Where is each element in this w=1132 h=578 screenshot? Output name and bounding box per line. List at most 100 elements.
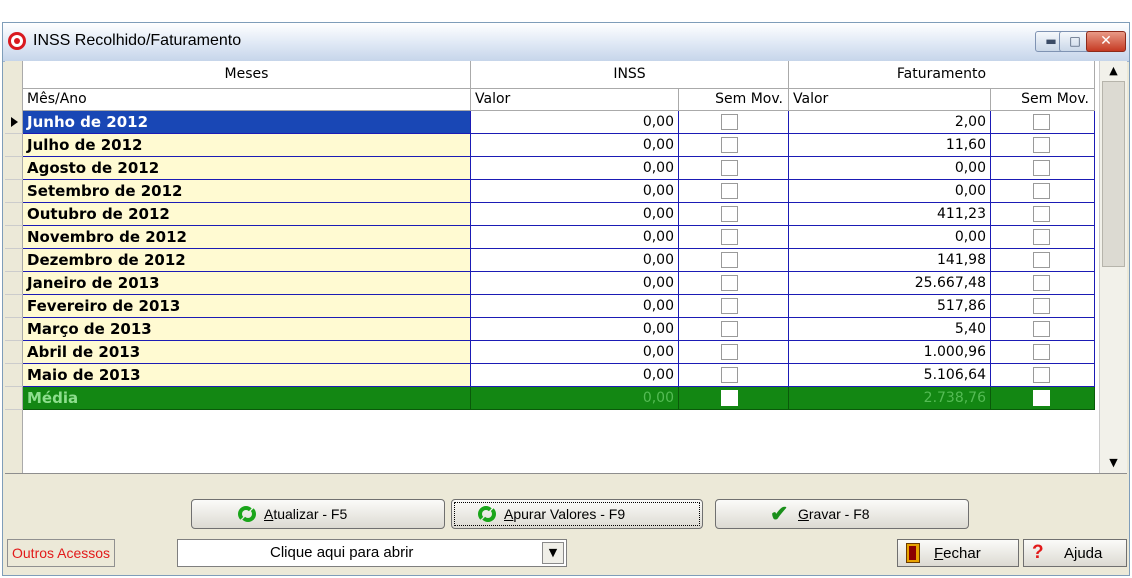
fat-sem-mov-checkbox[interactable]: [1033, 321, 1050, 337]
cell-fat-valor[interactable]: 411,23: [789, 203, 991, 226]
row-indicator[interactable]: [5, 272, 23, 295]
header-faturamento[interactable]: Faturamento: [789, 61, 1095, 89]
header-inss-valor[interactable]: Valor: [471, 89, 679, 111]
fat-sem-mov-checkbox[interactable]: [1033, 252, 1050, 268]
row-indicator[interactable]: [5, 249, 23, 272]
cell-inss-sem-mov[interactable]: [679, 180, 789, 203]
inss-sem-mov-checkbox[interactable]: [721, 390, 738, 406]
inss-sem-mov-checkbox[interactable]: [721, 114, 738, 130]
cell-mes-ano[interactable]: Média: [23, 387, 471, 410]
fat-sem-mov-checkbox[interactable]: [1033, 114, 1050, 130]
close-button[interactable]: ✕: [1086, 31, 1126, 52]
table-row[interactable]: Junho de 2012 0,00 2,00: [5, 111, 1095, 134]
cell-mes-ano[interactable]: Novembro de 2012: [23, 226, 471, 249]
scroll-thumb[interactable]: [1102, 81, 1125, 267]
row-indicator[interactable]: [5, 387, 23, 410]
gravar-button[interactable]: ✔ Gravar - F8: [715, 499, 969, 529]
cell-inss-valor[interactable]: 0,00: [471, 157, 679, 180]
cell-inss-valor[interactable]: 0,00: [471, 203, 679, 226]
cell-mes-ano[interactable]: Outubro de 2012: [23, 203, 471, 226]
cell-mes-ano[interactable]: Abril de 2013: [23, 341, 471, 364]
media-row[interactable]: Média 0,00 2.738,76: [5, 387, 1095, 410]
cell-fat-sem-mov[interactable]: [991, 180, 1095, 203]
cell-fat-valor[interactable]: 5.106,64: [789, 364, 991, 387]
inss-sem-mov-checkbox[interactable]: [721, 344, 738, 360]
header-inss[interactable]: INSS: [471, 61, 789, 89]
cell-fat-sem-mov[interactable]: [991, 134, 1095, 157]
cell-mes-ano[interactable]: Junho de 2012: [23, 111, 471, 134]
cell-fat-sem-mov[interactable]: [991, 272, 1095, 295]
header-mes-ano[interactable]: Mês/Ano: [23, 89, 471, 111]
cell-mes-ano[interactable]: Dezembro de 2012: [23, 249, 471, 272]
fat-sem-mov-checkbox[interactable]: [1033, 183, 1050, 199]
row-indicator[interactable]: [5, 203, 23, 226]
cell-inss-sem-mov[interactable]: [679, 364, 789, 387]
outros-acessos-combo[interactable]: Clique aqui para abrir ▼: [177, 539, 567, 567]
cell-fat-sem-mov[interactable]: [991, 203, 1095, 226]
cell-fat-valor[interactable]: 2.738,76: [789, 387, 991, 410]
cell-fat-sem-mov[interactable]: [991, 249, 1095, 272]
cell-fat-valor[interactable]: 0,00: [789, 157, 991, 180]
cell-fat-valor[interactable]: 0,00: [789, 226, 991, 249]
ajuda-button[interactable]: ? Ajuda: [1023, 539, 1127, 567]
table-row[interactable]: Janeiro de 2013 0,00 25.667,48: [5, 272, 1095, 295]
cell-inss-valor[interactable]: 0,00: [471, 226, 679, 249]
fat-sem-mov-checkbox[interactable]: [1033, 390, 1050, 406]
header-inss-sem-mov[interactable]: Sem Mov.: [679, 89, 789, 111]
cell-inss-sem-mov[interactable]: [679, 295, 789, 318]
cell-inss-valor[interactable]: 0,00: [471, 272, 679, 295]
inss-sem-mov-checkbox[interactable]: [721, 206, 738, 222]
table-row[interactable]: Outubro de 2012 0,00 411,23: [5, 203, 1095, 226]
vertical-scrollbar[interactable]: ▲ ▼: [1099, 61, 1127, 473]
cell-fat-valor[interactable]: 11,60: [789, 134, 991, 157]
inss-sem-mov-checkbox[interactable]: [721, 275, 738, 291]
cell-mes-ano[interactable]: Fevereiro de 2013: [23, 295, 471, 318]
cell-inss-sem-mov[interactable]: [679, 226, 789, 249]
title-bar[interactable]: INSS Recolhido/Faturamento ▬ □ ✕: [3, 23, 1129, 62]
fat-sem-mov-checkbox[interactable]: [1033, 229, 1050, 245]
row-indicator[interactable]: [5, 134, 23, 157]
fat-sem-mov-checkbox[interactable]: [1033, 275, 1050, 291]
cell-mes-ano[interactable]: Agosto de 2012: [23, 157, 471, 180]
data-grid[interactable]: Meses INSS Faturamento Mês/Ano Valor Sem…: [5, 61, 1127, 474]
cell-inss-sem-mov[interactable]: [679, 341, 789, 364]
table-row[interactable]: Maio de 2013 0,00 5.106,64: [5, 364, 1095, 387]
fechar-button[interactable]: Fechar: [897, 539, 1019, 567]
cell-inss-valor[interactable]: 0,00: [471, 318, 679, 341]
cell-mes-ano[interactable]: Maio de 2013: [23, 364, 471, 387]
cell-fat-valor[interactable]: 25.667,48: [789, 272, 991, 295]
cell-inss-sem-mov[interactable]: [679, 249, 789, 272]
cell-inss-valor[interactable]: 0,00: [471, 387, 679, 410]
inss-sem-mov-checkbox[interactable]: [721, 160, 738, 176]
row-indicator[interactable]: [5, 180, 23, 203]
cell-fat-sem-mov[interactable]: [991, 111, 1095, 134]
cell-inss-sem-mov[interactable]: [679, 111, 789, 134]
table-row[interactable]: Dezembro de 2012 0,00 141,98: [5, 249, 1095, 272]
header-fat-sem-mov[interactable]: Sem Mov.: [991, 89, 1095, 111]
table-row[interactable]: Setembro de 2012 0,00 0,00: [5, 180, 1095, 203]
cell-inss-sem-mov[interactable]: [679, 134, 789, 157]
cell-mes-ano[interactable]: Março de 2013: [23, 318, 471, 341]
cell-inss-sem-mov[interactable]: [679, 203, 789, 226]
cell-inss-valor[interactable]: 0,00: [471, 111, 679, 134]
inss-sem-mov-checkbox[interactable]: [721, 321, 738, 337]
cell-inss-valor[interactable]: 0,00: [471, 295, 679, 318]
header-fat-valor[interactable]: Valor: [789, 89, 991, 111]
cell-fat-sem-mov[interactable]: [991, 387, 1095, 410]
header-meses[interactable]: Meses: [23, 61, 471, 89]
table-row[interactable]: Abril de 2013 0,00 1.000,96: [5, 341, 1095, 364]
cell-fat-valor[interactable]: 517,86: [789, 295, 991, 318]
table-row[interactable]: Julho de 2012 0,00 11,60: [5, 134, 1095, 157]
row-indicator[interactable]: [5, 364, 23, 387]
cell-mes-ano[interactable]: Setembro de 2012: [23, 180, 471, 203]
cell-fat-valor[interactable]: 1.000,96: [789, 341, 991, 364]
row-indicator[interactable]: [5, 318, 23, 341]
fat-sem-mov-checkbox[interactable]: [1033, 160, 1050, 176]
fat-sem-mov-checkbox[interactable]: [1033, 137, 1050, 153]
cell-inss-valor[interactable]: 0,00: [471, 364, 679, 387]
cell-inss-sem-mov[interactable]: [679, 157, 789, 180]
cell-mes-ano[interactable]: Janeiro de 2013: [23, 272, 471, 295]
cell-fat-sem-mov[interactable]: [991, 295, 1095, 318]
fat-sem-mov-checkbox[interactable]: [1033, 367, 1050, 383]
table-row[interactable]: Fevereiro de 2013 0,00 517,86: [5, 295, 1095, 318]
